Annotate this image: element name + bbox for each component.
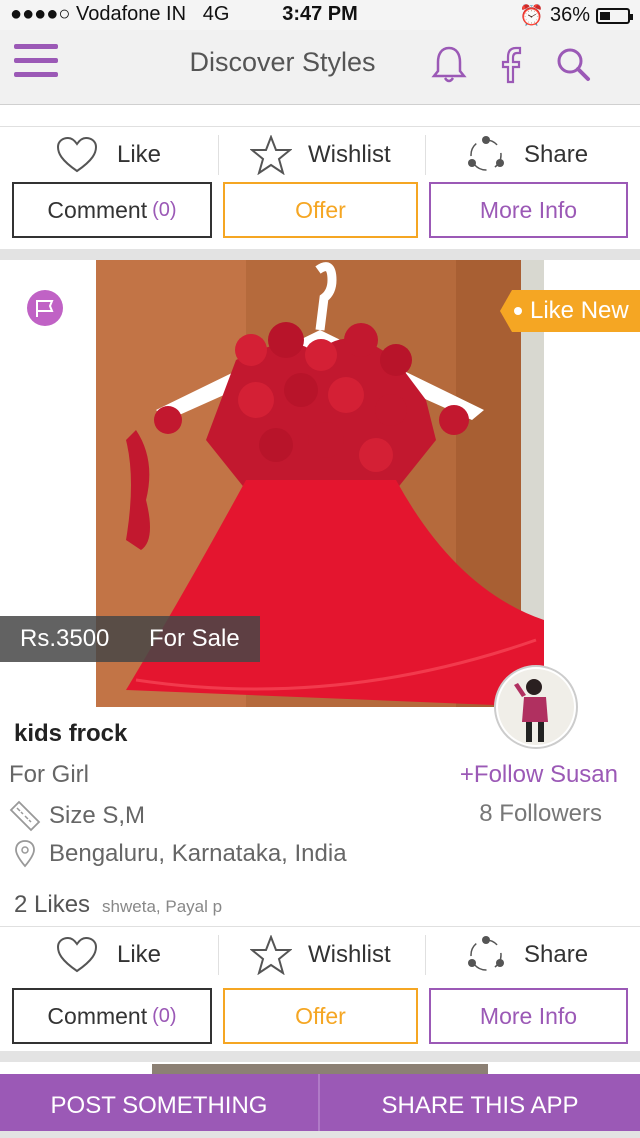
comment-label: Comment <box>47 196 148 223</box>
star-icon <box>250 935 292 975</box>
wishlist-label: Wishlist <box>308 141 391 168</box>
share-icon <box>468 936 504 971</box>
size-label: Size S,M <box>49 802 146 829</box>
next-post-image <box>152 1064 488 1074</box>
wishlist-label: Wishlist <box>308 941 391 968</box>
status-bar: ●●●●○ Vodafone IN 4G 3:47 PM ⏰ 36% <box>0 0 640 30</box>
status-right: ⏰ 36% <box>519 3 633 28</box>
share-label: Share <box>524 941 589 968</box>
wishlist-button[interactable]: Wishlist <box>250 127 391 183</box>
avatar-photo <box>498 669 574 745</box>
battery-icon <box>596 7 633 24</box>
bottom-action-bar: POST SOMETHING SHARE THIS APP <box>0 1074 640 1131</box>
alarm-icon: ⏰ <box>519 5 544 27</box>
search-icon[interactable] <box>553 44 593 84</box>
comment-button[interactable]: Comment (0) <box>12 182 212 238</box>
price-bar: Rs.3500 For Sale <box>0 616 260 662</box>
menu-icon[interactable] <box>14 44 58 80</box>
product-title: kids frock <box>14 720 128 747</box>
report-flag-button[interactable] <box>27 290 63 326</box>
product-category: For Girl <box>9 761 89 788</box>
share-label: Share <box>524 141 589 168</box>
follow-button[interactable]: +Follow Susan <box>460 761 618 789</box>
heart-icon <box>56 136 98 173</box>
like-button[interactable]: Like <box>55 927 161 983</box>
share-icon <box>468 136 504 171</box>
location-pin-icon <box>15 840 35 868</box>
wishlist-button[interactable]: Wishlist <box>250 927 391 983</box>
condition-label: Like New <box>530 297 629 324</box>
comment-count: (0) <box>152 198 177 221</box>
facebook-icon[interactable] <box>498 44 526 86</box>
page-title: Discover Styles <box>189 47 376 77</box>
ruler-icon <box>9 800 41 832</box>
product-size: Size S,M <box>9 800 145 832</box>
share-button[interactable]: Share <box>466 127 588 183</box>
action-row: Like Wishlist Share <box>0 126 640 183</box>
comment-button[interactable]: Comment (0) <box>12 988 212 1044</box>
comment-label: Comment <box>47 1002 148 1029</box>
share-app-button[interactable]: SHARE THIS APP <box>320 1074 640 1131</box>
star-icon <box>250 135 292 175</box>
seller-avatar[interactable] <box>494 665 578 749</box>
flag-icon <box>36 300 54 317</box>
bell-icon[interactable] <box>430 44 468 86</box>
previous-post-card: Like Wishlist Share Comment (0) Offer Mor… <box>0 105 640 249</box>
likes-count: 2 Likes <box>14 891 91 918</box>
condition-badge: Like New <box>500 290 640 332</box>
share-button[interactable]: Share <box>466 927 588 983</box>
more-info-button[interactable]: More Info <box>429 988 628 1044</box>
followers-count: 8 Followers <box>479 800 602 827</box>
top-navbar: Discover Styles <box>0 30 640 105</box>
post-something-button[interactable]: POST SOMETHING <box>0 1074 318 1131</box>
offer-button[interactable]: Offer <box>223 988 418 1044</box>
battery-percent: 36% <box>549 4 590 26</box>
likes-summary[interactable]: 2 Likes shweta, Payal p <box>14 891 222 919</box>
next-post-card <box>0 1062 640 1074</box>
liked-by-names: shweta, Payal p <box>102 897 223 916</box>
more-info-button[interactable]: More Info <box>429 182 628 238</box>
like-label: Like <box>117 941 162 968</box>
price-label: Rs.3500 <box>20 625 110 652</box>
like-label: Like <box>117 141 162 168</box>
product-location: Bengaluru, Karnataka, India <box>9 839 347 869</box>
location-label: Bengaluru, Karnataka, India <box>49 840 347 867</box>
sale-type-label: For Sale <box>149 625 240 652</box>
like-button[interactable]: Like <box>55 127 161 183</box>
offer-button[interactable]: Offer <box>223 182 418 238</box>
post-action-row: Like Wishlist Share <box>0 926 640 983</box>
heart-icon <box>56 936 98 973</box>
comment-count: (0) <box>152 1004 177 1027</box>
